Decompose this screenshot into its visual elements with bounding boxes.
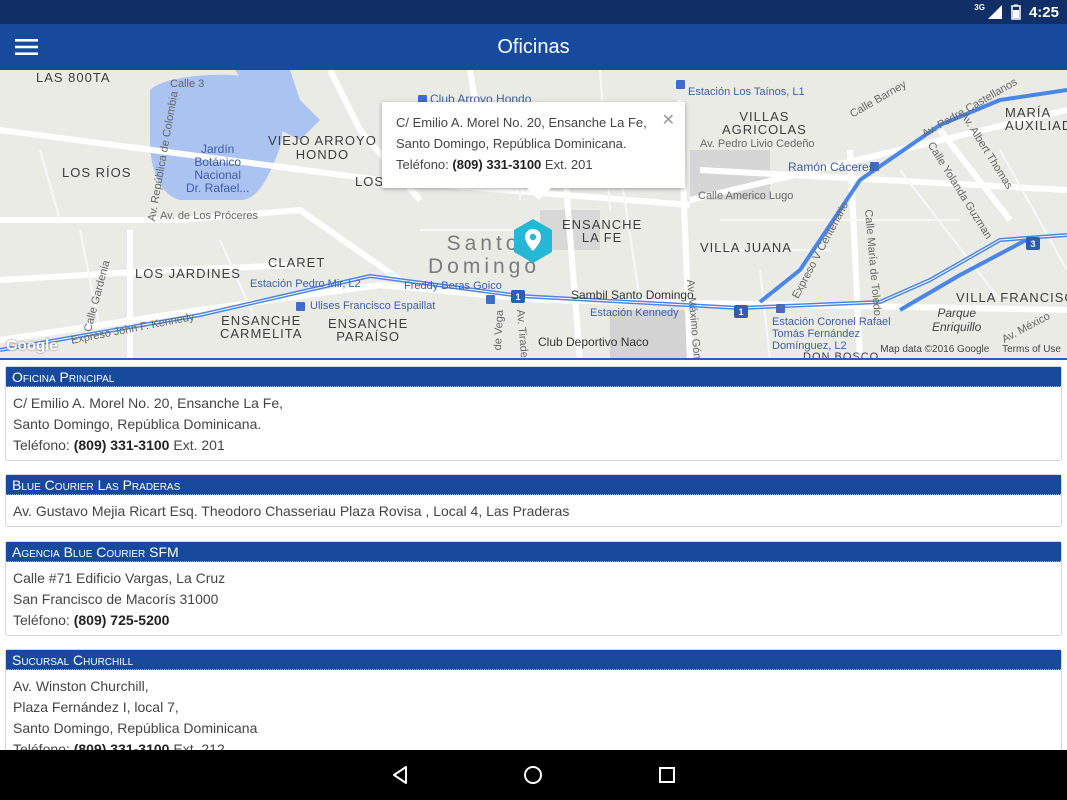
map-label-villa-francisca: VILLA FRANCISCA	[956, 290, 1067, 305]
office-card: Oficina Principal C/ Emilio A. Morel No.…	[5, 366, 1062, 461]
office-phone-label: Teléfono:	[13, 741, 70, 750]
office-address-line: C/ Emilio A. Morel No. 20, Ensanche La F…	[13, 395, 284, 411]
info-phone-label: Teléfono:	[396, 157, 449, 172]
map-attribution: Map data ©2016 Google Terms of Use	[870, 344, 1061, 355]
page-title: Oficinas	[497, 36, 570, 58]
office-phone-ext: Ext. 212	[173, 741, 225, 750]
map-label-villas-agricolas: VILLAS AGRICOLAS	[722, 109, 807, 137]
office-card: Agencia Blue Courier SFM Calle #71 Edifi…	[5, 541, 1062, 636]
info-phone-ext: Ext. 201	[544, 157, 593, 172]
office-address-line: Av. Winston Churchill,	[13, 678, 149, 694]
navigation-bar	[0, 750, 1067, 800]
status-bar: 3G 4:25	[0, 0, 1067, 24]
back-icon	[393, 766, 407, 784]
map-label-ensanche-la-fe: ENSANCHE LA FE	[562, 217, 643, 245]
map-label-ensanche-paraiso: ENSANCHE PARAÍSO	[328, 316, 409, 344]
map-label-jardin-botanico: Jardín Botánico Nacional Dr. Rafael...	[186, 142, 250, 195]
map-marker[interactable]	[512, 218, 554, 264]
recents-button[interactable]	[655, 763, 679, 787]
office-card-body: Calle #71 Edificio Vargas, La Cruz San F…	[6, 562, 1061, 635]
office-list[interactable]: Oficina Principal C/ Emilio A. Morel No.…	[0, 362, 1067, 750]
office-phone-label: Teléfono:	[13, 437, 70, 453]
office-phone: Teléfono: (809) 725-5200	[13, 610, 1054, 631]
map-info-window: ✕ C/ Emilio A. Morel No. 20, Ensanche La…	[382, 102, 685, 200]
info-phone: Teléfono: (809) 331-3100 Ext. 201	[396, 154, 671, 175]
office-phone-ext: Ext. 201	[173, 437, 225, 453]
office-address-line: Santo Domingo, República Dominicana	[13, 720, 258, 736]
office-card-title[interactable]: Blue Courier Las Praderas	[6, 475, 1061, 495]
home-button[interactable]	[521, 763, 545, 787]
map-label-don-bosco: DON BOSCO	[803, 351, 880, 360]
map-label-viejo-arroyo-hondo: VIEJO ARROYO HONDO	[268, 133, 377, 162]
signal-icon	[987, 5, 1002, 19]
office-phone-number[interactable]: (809) 331-3100	[74, 741, 170, 750]
back-button[interactable]	[388, 763, 412, 787]
battery-icon	[1011, 4, 1021, 20]
map-label-calle3: Calle 3	[170, 78, 205, 90]
home-icon	[524, 766, 542, 784]
map-label-maria-auxiliadora: MARÍA AUXILIADO	[1005, 105, 1067, 133]
app-bar: Oficinas	[0, 24, 1067, 70]
info-address-line1: C/ Emilio A. Morel No. 20, Ensanche La F…	[396, 115, 647, 130]
map-label-estacion-tainos: Estación Los Taínos, L1	[688, 86, 805, 98]
office-card-title[interactable]: Oficina Principal	[6, 367, 1061, 387]
office-address-line: Av. Gustavo Mejia Ricart Esq. Theodoro C…	[13, 503, 570, 519]
office-phone-label: Teléfono:	[13, 612, 70, 628]
google-logo: Google	[6, 337, 58, 354]
status-icons: 3G 4:25	[974, 0, 1059, 24]
office-card: Sucursal Churchill Av. Winston Churchill…	[5, 649, 1062, 750]
office-phone: Teléfono: (809) 331-3100 Ext. 212	[13, 739, 1054, 750]
map-data-credit: Map data ©2016 Google	[880, 344, 990, 355]
map-label-parque-enriquillo: Parque Enriquillo	[932, 306, 982, 334]
close-icon[interactable]: ✕	[662, 110, 675, 131]
recents-icon	[659, 767, 675, 783]
office-address-line: Calle #71 Edificio Vargas, La Cruz	[13, 570, 226, 586]
office-card-body: Av. Gustavo Mejia Ricart Esq. Theodoro C…	[6, 495, 1061, 526]
office-address-line: Santo Domingo, República Dominicana.	[13, 416, 262, 432]
map-label-ramon-caceres: Ramón Cáceres	[788, 160, 875, 174]
office-card-title[interactable]: Agencia Blue Courier SFM	[6, 542, 1061, 562]
map-label-de-vega: de Vega	[492, 309, 507, 351]
office-card-body: C/ Emilio A. Morel No. 20, Ensanche La F…	[6, 387, 1061, 460]
map-label-est-kennedy: Estación Kennedy	[590, 307, 679, 319]
map-label-calle-americo: Calle Americo Lugo	[698, 190, 794, 202]
office-phone-number[interactable]: (809) 331-3100	[74, 437, 170, 453]
map-label-los-rios: LOS RÍOS	[62, 165, 132, 180]
office-address-line: San Francisco de Macorís 31000	[13, 591, 219, 607]
map-label-ulises: Ulises Francisco Espaillat	[310, 300, 436, 312]
map-label-av-pedro-livio: Av. Pedro Livio Cedeño	[700, 138, 815, 150]
office-phone: Teléfono: (809) 331-3100 Ext. 201	[13, 435, 1054, 456]
office-card: Blue Courier Las Praderas Av. Gustavo Me…	[5, 474, 1062, 527]
office-card-title[interactable]: Sucursal Churchill	[6, 650, 1061, 670]
map-label-av-proceres: Av. de Los Próceres	[160, 210, 259, 222]
map-label-ensanche-carmelita: ENSANCHE CARMELITA	[220, 313, 303, 341]
map-label-freddy-beras: Freddy Beras Goico	[404, 280, 502, 292]
map-view[interactable]: 1 1 3 LAS 800TA Calle 3 Jardín Botánico Na…	[0, 70, 1067, 360]
map-marker-icon	[514, 219, 552, 263]
terms-of-use-link[interactable]: Terms of Use	[1002, 344, 1061, 355]
map-label-las-800: LAS 800TA	[36, 70, 111, 85]
menu-button[interactable]	[10, 30, 44, 64]
map-label-claret: CLARET	[268, 255, 326, 270]
info-address-line2: Santo Domingo, República Dominicana.	[396, 136, 627, 151]
map-label-villa-juana: VILLA JUANA	[700, 240, 792, 255]
clock: 4:25	[1028, 3, 1059, 21]
network-type: 3G	[974, 2, 985, 12]
svg-text:1: 1	[515, 292, 520, 302]
map-label-club-naco: Club Deportivo Naco	[538, 335, 649, 349]
info-phone-number[interactable]: (809) 331-3100	[452, 157, 541, 172]
map-label-los-jardines: LOS JARDINES	[135, 266, 241, 281]
office-phone-number[interactable]: (809) 725-5200	[74, 612, 170, 628]
map-label-los: LOS	[355, 174, 385, 189]
office-address-line: Plaza Fernández I, local 7,	[13, 699, 179, 715]
hamburger-menu-icon	[15, 39, 38, 55]
svg-text:3: 3	[1030, 239, 1035, 249]
map-label-sambil: Sambil Santo Domingo	[571, 288, 694, 302]
map-label-est-pedro-mir: Estación Pedro Mir, L2	[250, 278, 361, 290]
office-card-body: Av. Winston Churchill, Plaza Fernández I…	[6, 670, 1061, 750]
svg-text:1: 1	[738, 307, 743, 317]
